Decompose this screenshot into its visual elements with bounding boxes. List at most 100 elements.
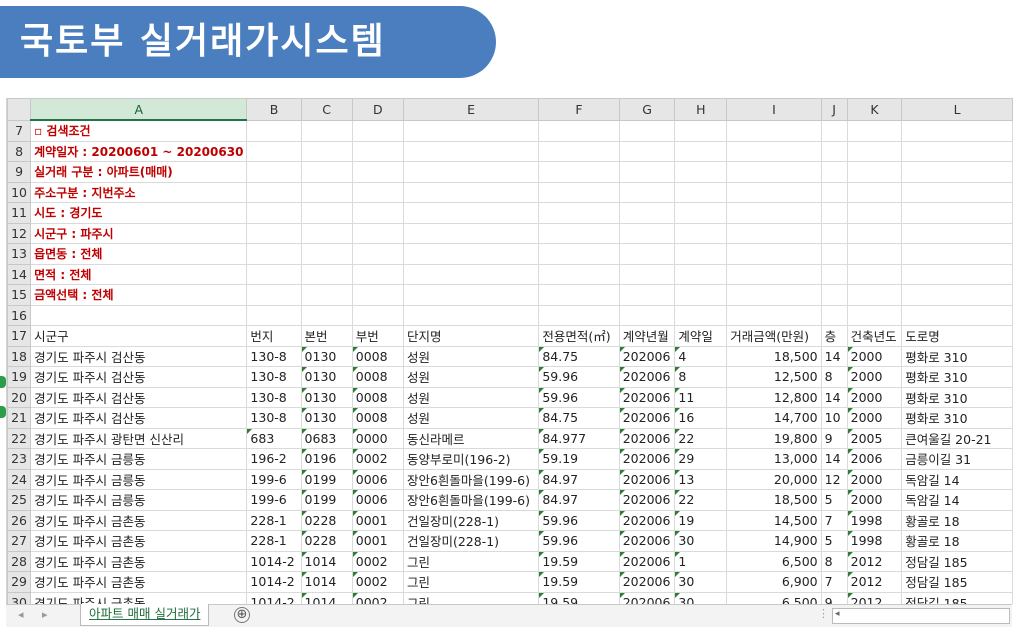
table-cell[interactable]: 1998 [846,530,903,552]
cell[interactable] [846,222,903,244]
cell[interactable] [901,284,1013,306]
cell[interactable] [618,119,676,142]
horizontal-scrollbar[interactable]: ◂ [832,608,1010,624]
cell[interactable] [674,140,728,162]
criteria-cell[interactable]: 금액선택 : 전체 [30,284,248,306]
cell[interactable] [618,181,676,203]
table-cell[interactable]: 19 [674,509,728,531]
criteria-cell[interactable]: 면적 : 전체 [30,263,248,285]
cell[interactable] [351,140,404,162]
cell[interactable] [820,243,848,265]
header-cell[interactable]: 부번 [351,325,404,347]
table-cell[interactable]: 14,900 [726,530,822,552]
row-header[interactable]: 26 [7,509,32,531]
column-header-f[interactable]: F [538,98,620,121]
table-cell[interactable]: 12 [820,468,848,490]
table-cell[interactable]: 202006 [618,489,676,511]
table-cell[interactable]: 성원 [402,386,540,408]
table-cell[interactable]: 경기도 파주시 검산동 [30,366,248,388]
cell[interactable] [846,304,903,326]
table-cell[interactable]: 경기도 파주시 금촌동 [30,571,248,593]
cell[interactable] [820,202,848,224]
table-cell[interactable]: 경기도 파주시 검산동 [30,386,248,408]
cell[interactable] [300,263,353,285]
table-cell[interactable]: 2000 [846,407,903,429]
row-header[interactable]: 14 [7,263,32,285]
cell[interactable] [674,304,728,326]
cell[interactable] [726,284,822,306]
cell[interactable] [618,263,676,285]
table-cell[interactable]: 건일장미(228-1) [402,530,540,552]
header-cell[interactable]: 계약년월 [618,325,676,347]
table-cell[interactable]: 202006 [618,591,676,604]
table-cell[interactable]: 130-8 [246,345,302,367]
column-header-j[interactable]: J [820,98,848,121]
next-sheet-icon[interactable]: ▸ [42,608,48,621]
table-cell[interactable]: 0008 [351,366,404,388]
table-cell[interactable]: 경기도 파주시 금릉동 [30,489,248,511]
header-cell[interactable]: 계약일 [674,325,728,347]
criteria-cell[interactable]: 계약일자 : 20200601 ~ 20200630 [30,140,248,162]
row-header[interactable]: 25 [7,489,32,511]
table-cell[interactable]: 동양부로미(196-2) [402,448,540,470]
cell[interactable] [820,304,848,326]
cell[interactable] [402,304,540,326]
row-header[interactable]: 22 [7,427,32,449]
cell[interactable] [820,140,848,162]
table-cell[interactable]: 0002 [351,571,404,593]
cell[interactable] [538,263,620,285]
column-header-d[interactable]: D [351,98,404,121]
table-cell[interactable]: 130-8 [246,386,302,408]
cell[interactable] [674,161,728,183]
table-cell[interactable]: 19,800 [726,427,822,449]
cell[interactable] [674,263,728,285]
table-cell[interactable]: 19.59 [538,550,620,572]
table-cell[interactable]: 1014 [300,550,353,572]
table-cell[interactable]: 1014-2 [246,571,302,593]
table-cell[interactable]: 0008 [351,345,404,367]
table-cell[interactable]: 그린 [402,550,540,572]
cell[interactable] [846,161,903,183]
row-header[interactable]: 12 [7,222,32,244]
table-cell[interactable]: 0006 [351,489,404,511]
add-sheet-icon[interactable]: ⊕ [234,607,250,623]
row-header[interactable]: 28 [7,550,32,572]
table-cell[interactable]: 금릉이길 31 [901,448,1013,470]
column-header-k[interactable]: K [846,98,903,121]
table-cell[interactable]: 경기도 파주시 금촌동 [30,550,248,572]
cell[interactable] [351,202,404,224]
cell[interactable] [246,243,302,265]
cell[interactable] [618,161,676,183]
row-header[interactable]: 11 [7,202,32,224]
table-cell[interactable]: 130-8 [246,407,302,429]
table-cell[interactable]: 평화로 310 [901,345,1013,367]
criteria-cell[interactable]: 시도 : 경기도 [30,202,248,224]
table-cell[interactable]: 84.97 [538,489,620,511]
table-cell[interactable]: 장안6흰돌마을(199-6) [402,489,540,511]
cell[interactable] [846,140,903,162]
table-cell[interactable]: 2006 [846,448,903,470]
table-cell[interactable]: 202006 [618,468,676,490]
table-cell[interactable]: 14,700 [726,407,822,429]
table-cell[interactable]: 1998 [846,509,903,531]
table-cell[interactable]: 84.977 [538,427,620,449]
select-all-corner[interactable] [7,98,32,121]
cell[interactable] [674,119,728,142]
cell[interactable] [246,161,302,183]
cell[interactable] [726,243,822,265]
cell[interactable] [846,119,903,142]
cell[interactable] [246,263,302,285]
table-cell[interactable]: 228-1 [246,530,302,552]
cell[interactable] [674,284,728,306]
table-cell[interactable]: 19.59 [538,591,620,604]
cell[interactable] [351,263,404,285]
cell[interactable] [538,161,620,183]
table-cell[interactable]: 2000 [846,468,903,490]
table-cell[interactable]: 1014-2 [246,591,302,604]
table-cell[interactable]: 1014-2 [246,550,302,572]
table-cell[interactable]: 8 [820,366,848,388]
row-header[interactable]: 27 [7,530,32,552]
cell[interactable] [901,119,1013,142]
cell[interactable] [300,243,353,265]
cell[interactable] [726,119,822,142]
